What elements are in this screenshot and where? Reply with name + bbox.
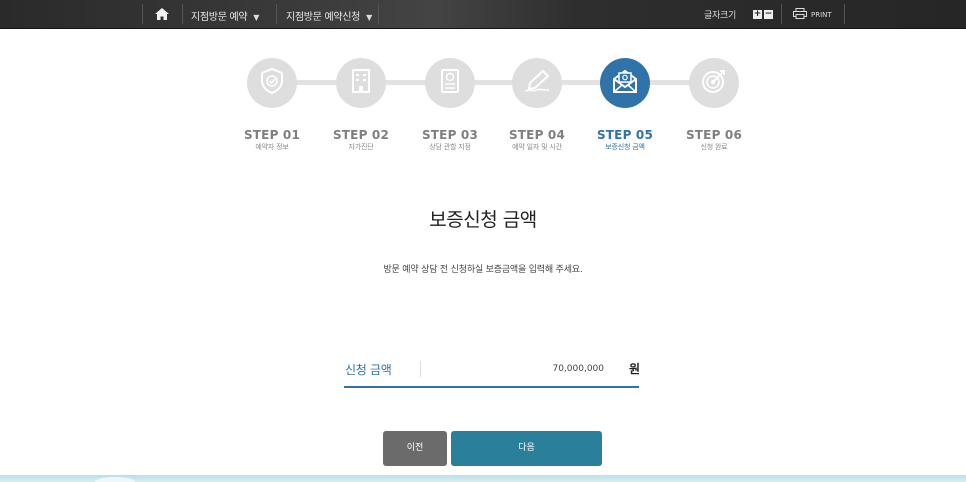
nav-label: 지점방문 예약신청: [286, 12, 361, 23]
step-connector: [474, 80, 516, 85]
step-3-subtitle: 상담 관할 지점: [429, 143, 471, 151]
step-5-title: STEP 05: [596, 128, 654, 142]
step-3-circle: [425, 58, 475, 108]
nav-divider: [276, 4, 277, 24]
nav-label: 지점방문 예약: [191, 12, 248, 23]
step-4-subtitle: 예약 일자 및 시간: [512, 143, 562, 151]
step-6-subtitle: 신청 완료: [700, 143, 728, 151]
nav-dropdown-branch-visit-apply[interactable]: 지점방문 예약신청 ▼: [286, 8, 372, 23]
pen-sign-icon: [523, 68, 551, 98]
top-nav-bar: 지점방문 예약 ▼ 지점방문 예약신청 ▼ 글자크기 + − PRINT: [0, 0, 966, 29]
step-4-circle: [512, 58, 562, 108]
step-connector: [384, 80, 426, 85]
nav-divider: [182, 4, 183, 24]
amount-input[interactable]: [424, 358, 604, 380]
font-decrease-button[interactable]: −: [764, 10, 773, 19]
nav-divider: [781, 4, 782, 24]
step-6-title: STEP 06: [685, 128, 743, 142]
page-description: 방문 예약 상담 전 신청하실 보증금액을 입력해 주세요.: [383, 265, 583, 275]
nav-divider: [844, 4, 845, 24]
footer-strip: [0, 475, 966, 482]
shield-check-icon: [259, 67, 285, 99]
font-increase-button[interactable]: +: [753, 10, 762, 19]
step-3-title: STEP 03: [421, 128, 479, 142]
chevron-down-icon: ▼: [253, 13, 260, 22]
step-5-subtitle: 보증신청 금액: [605, 143, 645, 151]
amount-field-row: 신청 금액 원: [344, 355, 641, 388]
chevron-down-icon: ▼: [366, 13, 372, 22]
print-button[interactable]: PRINT: [793, 8, 832, 21]
step-2-circle: [336, 58, 386, 108]
step-1-subtitle: 예약자 정보: [255, 143, 289, 151]
print-label: PRINT: [811, 10, 832, 19]
step-1-circle: [247, 58, 297, 108]
nav-divider: [378, 4, 379, 24]
step-connector: [562, 80, 604, 85]
step-2-subtitle: 자가진단: [348, 143, 374, 151]
printer-icon: [793, 8, 807, 21]
nav-dropdown-branch-visit[interactable]: 지점방문 예약 ▼: [191, 8, 259, 23]
building-icon: [350, 68, 372, 98]
next-button[interactable]: 다음: [451, 431, 602, 466]
step-connector: [650, 80, 692, 85]
amount-label: 신청 금액: [345, 363, 392, 377]
step-2-title: STEP 02: [332, 128, 390, 142]
amount-divider: [420, 361, 421, 377]
home-icon[interactable]: [152, 6, 172, 22]
target-icon: [700, 67, 728, 99]
page-title: 보증신청 금액: [429, 209, 537, 231]
font-size-label: 글자크기: [704, 11, 736, 21]
nav-divider: [142, 4, 143, 24]
step-1-title: STEP 01: [243, 128, 301, 142]
envelope-money-icon: [611, 67, 639, 99]
step-6-circle: [689, 58, 739, 108]
step-connector: [294, 80, 336, 85]
document-search-icon: [439, 68, 461, 98]
step-4-title: STEP 04: [508, 128, 566, 142]
footer-decoration: [95, 477, 135, 482]
step-5-circle: [600, 58, 650, 108]
amount-unit: 원: [629, 362, 641, 376]
prev-button[interactable]: 이전: [383, 431, 447, 466]
